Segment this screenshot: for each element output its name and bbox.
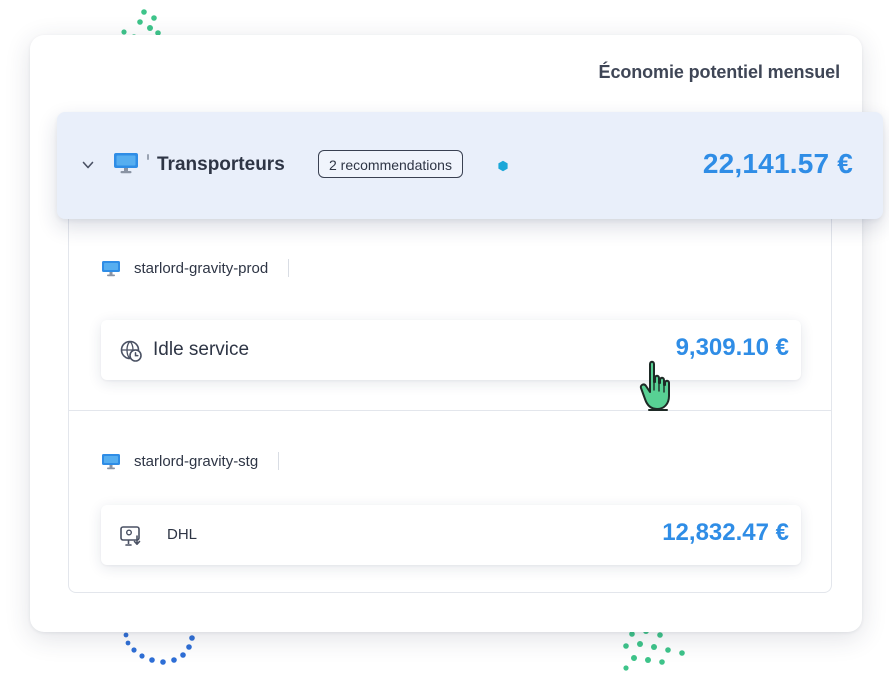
resource-row-stg[interactable]: starlord-gravity-stg xyxy=(101,452,280,470)
recommendation-amount: 12,832.47 € xyxy=(662,519,789,546)
divider xyxy=(69,410,831,411)
recommendation-card-dhl[interactable]: DHL 12,832.47 € xyxy=(101,505,801,565)
tiny-mark xyxy=(147,154,149,160)
group-title: Transporteurs xyxy=(157,154,285,175)
decorative-dots-bottom-left xyxy=(118,625,208,677)
monitor-icon xyxy=(102,453,120,469)
recommendation-amount: 9,309.10 € xyxy=(675,334,789,361)
resource-row-prod[interactable]: starlord-gravity-prod xyxy=(101,259,290,277)
group-row-transporteurs[interactable]: Transporteurs 2 recommendations 22,141.5… xyxy=(57,112,883,219)
group-details-panel: starlord-gravity-prod Idle service 9,309… xyxy=(68,219,832,593)
monitor-icon xyxy=(102,260,120,276)
monitor-icon xyxy=(114,153,138,174)
recommendation-label: Idle service xyxy=(153,339,250,360)
resource-name: starlord-gravity-stg xyxy=(134,452,259,470)
group-total-amount: 22,141.57 € xyxy=(702,148,853,179)
globe-clock-icon xyxy=(120,340,142,362)
hand-cursor-icon xyxy=(639,360,670,411)
recommendation-label: DHL xyxy=(167,526,198,543)
recommendations-count-badge: 2 recommendations xyxy=(318,150,463,178)
download-screen-icon xyxy=(120,526,141,546)
card-title: Économie potentiel mensuel xyxy=(598,62,841,82)
separator xyxy=(278,452,280,470)
chevron-down-icon[interactable] xyxy=(81,158,95,172)
stage: Économie potentiel mensuel starlord-grav… xyxy=(0,0,889,677)
separator xyxy=(288,259,290,277)
hexagon-status-icon xyxy=(498,160,508,172)
recommendation-card-idle-service[interactable]: Idle service 9,309.10 € xyxy=(101,320,801,380)
resource-name: starlord-gravity-prod xyxy=(134,259,269,277)
